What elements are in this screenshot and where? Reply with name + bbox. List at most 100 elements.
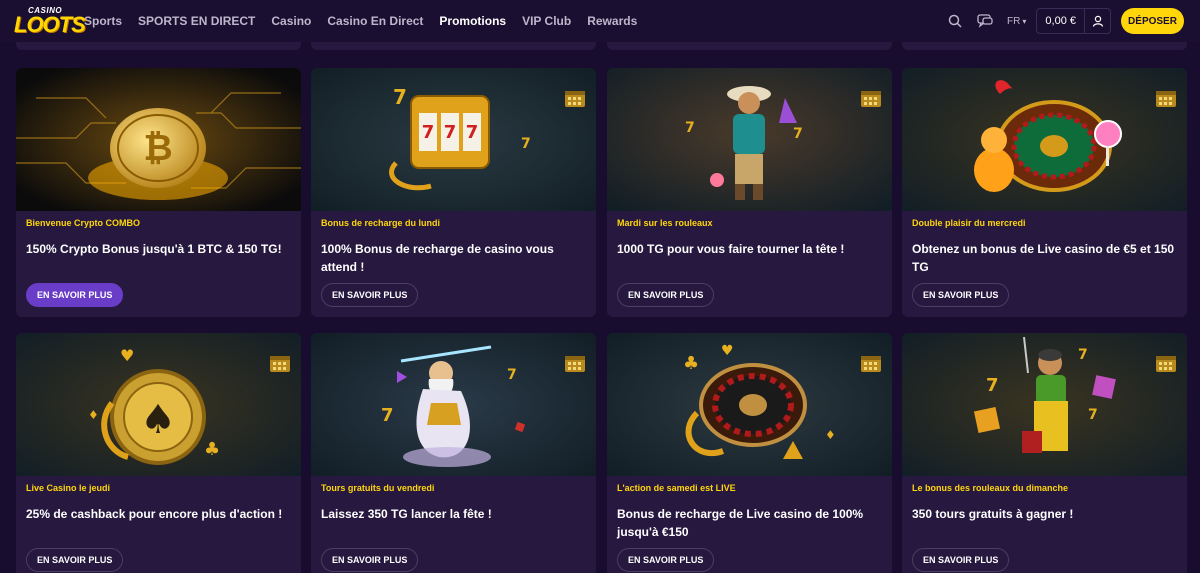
- svg-text:7: 7: [1088, 407, 1098, 423]
- nav-vip-club[interactable]: VIP Club: [522, 14, 571, 28]
- learn-more-button[interactable]: EN SAVOIR PLUS: [26, 548, 124, 572]
- main-nav: Sports SPORTS EN DIRECT Casino Casino En…: [84, 14, 653, 28]
- zeus-character-image: 7 7: [311, 333, 596, 476]
- promo-subtitle: Bienvenue Crypto COMBO: [26, 218, 141, 228]
- learn-more-button[interactable]: EN SAVOIR PLUS: [912, 548, 1010, 572]
- promo-subtitle: Bonus de recharge du lundi: [321, 218, 441, 228]
- wallet-box: 0,00 €: [1036, 8, 1111, 34]
- poker-chip-spade-image: ♠ ♥ ♣ ♦: [16, 333, 301, 476]
- svg-text:7: 7: [521, 136, 531, 152]
- svg-text:7: 7: [381, 405, 394, 426]
- nav-live-sports[interactable]: SPORTS EN DIRECT: [138, 14, 255, 28]
- promo-card[interactable]: 7 7 7 Le bonus des rouleaux du dimanche …: [902, 333, 1187, 573]
- calendar-icon: [565, 356, 585, 372]
- svg-text:♣: ♣: [204, 439, 220, 460]
- svg-text:7: 7: [422, 122, 435, 143]
- language-label: FR: [1007, 15, 1021, 27]
- promo-title: 25% de cashback pour encore plus d'actio…: [26, 507, 283, 521]
- roulette-wheel-image: ♣ ♥ ♦: [607, 333, 892, 476]
- promo-card[interactable]: ♣ ♥ ♦ L'action de samedi est LIVE Bonus …: [607, 333, 892, 573]
- promo-card[interactable]: 7 7 7 7 7 Bonus de recharge du lundi 100…: [311, 68, 596, 317]
- miner-character-image: 7 7 7: [902, 333, 1187, 476]
- svg-text:♥: ♥: [120, 346, 134, 365]
- promo-title: Laissez 350 TG lancer la fête !: [321, 507, 492, 521]
- promo-subtitle: Mardi sur les rouleaux: [617, 218, 713, 228]
- svg-text:♦: ♦: [88, 408, 99, 422]
- card-edge: [16, 42, 301, 50]
- card-edge: [902, 42, 1187, 50]
- slot-machine-image: 7 7 7 7 7: [311, 68, 596, 211]
- learn-more-button[interactable]: EN SAVOIR PLUS: [321, 283, 419, 307]
- svg-text:7: 7: [507, 367, 517, 383]
- promo-card-body: Le bonus des rouleaux du dimanche 350 to…: [912, 483, 1177, 523]
- bitcoin-coin-image: ₿: [16, 68, 301, 211]
- casino-logo[interactable]: CASINO LOOTS: [14, 4, 86, 38]
- svg-text:7: 7: [793, 126, 803, 142]
- svg-text:₿: ₿: [143, 128, 172, 169]
- promo-card-body: Bonus de recharge du lundi 100% Bonus de…: [321, 218, 586, 276]
- promo-subtitle: Live Casino le jeudi: [26, 483, 111, 493]
- nav-rewards[interactable]: Rewards: [587, 14, 637, 28]
- chat-icon[interactable]: [977, 13, 993, 29]
- promo-subtitle: L'action de samedi est LIVE: [617, 483, 736, 493]
- promo-card-body: Bienvenue Crypto COMBO 150% Crypto Bonus…: [26, 218, 291, 258]
- promo-card[interactable]: ♠ ♥ ♣ ♦ Live Casino le jeudi 25% de cash…: [16, 333, 301, 573]
- promo-card[interactable]: 7 7 Tours gratuits du vendredi Laissez 3…: [311, 333, 596, 573]
- calendar-icon: [270, 356, 290, 372]
- promo-card[interactable]: 7 7 Mardi sur les rouleaux 1000 TG pour …: [607, 68, 892, 317]
- promo-title: Obtenez un bonus de Live casino de €5 et…: [912, 242, 1175, 274]
- calendar-icon: [861, 91, 881, 107]
- calendar-icon: [1156, 91, 1176, 107]
- svg-text:♥: ♥: [721, 343, 734, 359]
- card-edge: [311, 42, 596, 50]
- calendar-icon: [1156, 356, 1176, 372]
- promo-subtitle: Double plaisir du mercredi: [912, 218, 1026, 228]
- promo-card-body: Double plaisir du mercredi Obtenez un bo…: [912, 218, 1177, 276]
- svg-text:♠: ♠: [140, 397, 176, 443]
- roulette-gummy-bear-image: [902, 68, 1187, 211]
- logo-big-text: LOOTS: [14, 12, 86, 37]
- card-edge: [607, 42, 892, 50]
- promo-card-body: Mardi sur les rouleaux 1000 TG pour vous…: [617, 218, 882, 258]
- nav-sports[interactable]: Sports: [84, 14, 122, 28]
- nav-casino[interactable]: Casino: [271, 14, 311, 28]
- balance-value[interactable]: 0,00 €: [1037, 15, 1084, 27]
- svg-text:7: 7: [393, 85, 407, 109]
- promo-subtitle: Le bonus des rouleaux du dimanche: [912, 483, 1069, 493]
- svg-text:7: 7: [466, 122, 479, 143]
- svg-text:7: 7: [685, 120, 695, 136]
- promo-card-body: Live Casino le jeudi 25% de cashback pou…: [26, 483, 291, 523]
- svg-text:7: 7: [1078, 347, 1088, 363]
- promo-title: 350 tours gratuits à gagner !: [912, 507, 1074, 521]
- promo-subtitle: Tours gratuits du vendredi: [321, 483, 435, 493]
- promo-card[interactable]: Double plaisir du mercredi Obtenez un bo…: [902, 68, 1187, 317]
- nav-promotions[interactable]: Promotions: [439, 14, 506, 28]
- svg-text:♦: ♦: [825, 428, 836, 442]
- language-selector[interactable]: FR ▾: [1007, 16, 1026, 27]
- calendar-icon: [565, 91, 585, 107]
- cowboy-character-image: 7 7: [607, 68, 892, 211]
- chevron-down-icon: ▾: [1022, 16, 1027, 26]
- learn-more-button[interactable]: EN SAVOIR PLUS: [912, 283, 1010, 307]
- promo-title: 100% Bonus de recharge de casino vous at…: [321, 242, 554, 274]
- promo-card-body: L'action de samedi est LIVE Bonus de rec…: [617, 483, 882, 541]
- learn-more-button[interactable]: EN SAVOIR PLUS: [617, 548, 715, 572]
- nav-live-casino[interactable]: Casino En Direct: [327, 14, 423, 28]
- promo-title: 1000 TG pour vous faire tourner la tête …: [617, 242, 845, 256]
- user-icon[interactable]: [1084, 9, 1110, 33]
- learn-more-button[interactable]: EN SAVOIR PLUS: [321, 548, 419, 572]
- calendar-icon: [861, 356, 881, 372]
- learn-more-button[interactable]: EN SAVOIR PLUS: [26, 283, 124, 307]
- top-header: CASINO LOOTS Sports SPORTS EN DIRECT Cas…: [0, 0, 1200, 42]
- header-actions: FR ▾ 0,00 € DÉPOSER: [947, 8, 1184, 34]
- learn-more-button[interactable]: EN SAVOIR PLUS: [617, 283, 715, 307]
- promo-card-body: Tours gratuits du vendredi Laissez 350 T…: [321, 483, 586, 523]
- svg-text:7: 7: [986, 375, 999, 396]
- promo-card[interactable]: ₿ Bienvenue Crypto COMBO 150% Crypto Bon…: [16, 68, 301, 317]
- deposit-button[interactable]: DÉPOSER: [1121, 8, 1184, 34]
- promo-title: Bonus de recharge de Live casino de 100%…: [617, 507, 864, 539]
- search-icon[interactable]: [947, 13, 963, 29]
- promo-title: 150% Crypto Bonus jusqu'à 1 BTC & 150 TG…: [26, 242, 282, 256]
- svg-text:7: 7: [444, 122, 457, 143]
- svg-text:♣: ♣: [683, 353, 699, 374]
